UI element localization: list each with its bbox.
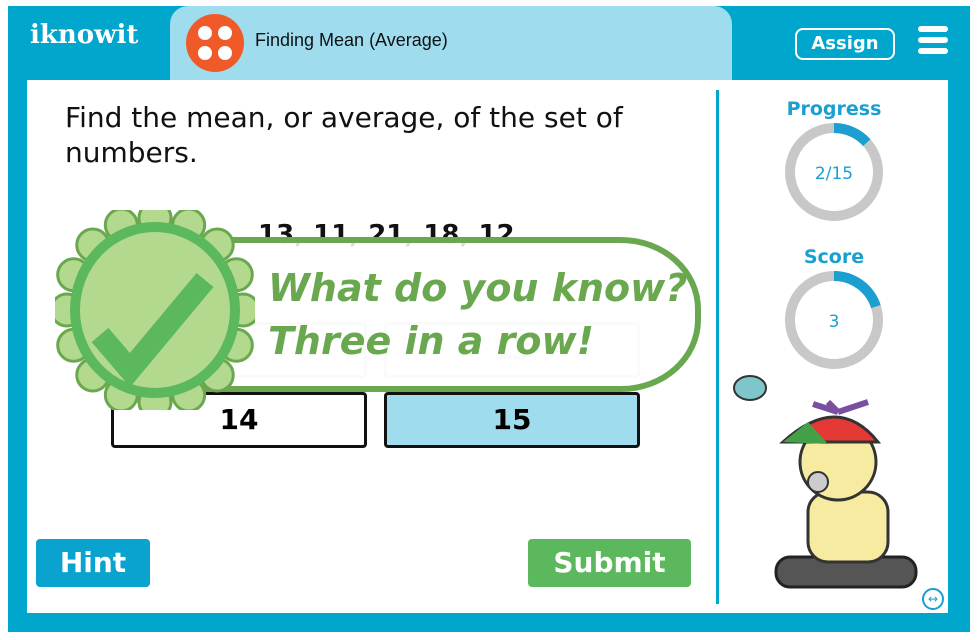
expand-icon[interactable]: ↔: [922, 588, 944, 610]
score-label: Score: [803, 246, 865, 268]
option-15[interactable]: 15: [384, 392, 640, 448]
robot-mascot-icon: [733, 375, 918, 589]
feedback-text: What do you know? Three in a row!: [268, 262, 687, 368]
hamburger-icon[interactable]: [918, 26, 948, 59]
score-ring: 3: [785, 271, 883, 369]
score-text: 3: [829, 312, 840, 332]
feedback-line1: What do you know?: [268, 266, 688, 310]
assign-button[interactable]: Assign: [795, 28, 895, 60]
dice-icon: [186, 14, 244, 72]
check-badge-icon: [55, 210, 255, 410]
progress-ring: 2/15: [785, 123, 883, 221]
logo[interactable]: iknowit: [30, 20, 138, 50]
lesson-title: Finding Mean (Average): [255, 30, 448, 50]
divider: [716, 90, 719, 604]
feedback-line2: Three in a row!: [268, 319, 594, 363]
question-prompt: Find the mean, or average, of the set of…: [65, 101, 623, 169]
progress-text: 2/15: [815, 164, 853, 184]
hint-button[interactable]: Hint: [36, 539, 150, 587]
progress-label: Progress: [786, 98, 882, 120]
submit-button[interactable]: Submit: [528, 539, 691, 587]
